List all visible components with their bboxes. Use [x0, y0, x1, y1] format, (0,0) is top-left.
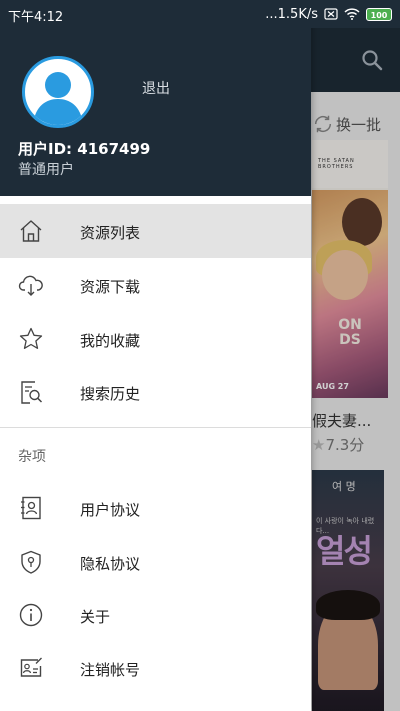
status-bar: 下午4:12 ...1.5K/s 100 — [0, 0, 400, 28]
user-agreement-icon — [21, 496, 41, 520]
menu-divider — [0, 427, 311, 428]
battery-icon: 100 — [366, 7, 392, 21]
menu-item-label: 隐私协议 — [80, 555, 141, 573]
menu-item-privacy[interactable]: 隐私协议 — [0, 535, 311, 589]
menu-item-label: 资源下载 — [80, 278, 141, 296]
menu-item-label: 关于 — [80, 608, 111, 626]
cloud-download-icon — [18, 275, 43, 296]
avatar[interactable] — [22, 56, 94, 128]
user-role: 普通用户 — [18, 162, 74, 178]
star-icon — [19, 327, 43, 349]
info-icon — [19, 603, 43, 627]
network-speed: ...1.5K/s — [265, 6, 318, 22]
status-indicators: ...1.5K/s 100 — [265, 5, 392, 23]
user-avatar-icon — [33, 72, 83, 125]
menu-item-label: 用户协议 — [80, 501, 141, 519]
menu-item-about[interactable]: 关于 — [0, 588, 311, 642]
menu-item-label: 注销帐号 — [80, 661, 141, 679]
misc-section-label: 杂项 — [18, 449, 46, 465]
menu-item-favorites[interactable]: 我的收藏 — [0, 312, 311, 366]
logout-button[interactable]: 退出 — [142, 78, 170, 98]
menu-item-resource-list[interactable]: 资源列表 — [0, 204, 311, 258]
home-icon — [20, 220, 42, 242]
sim-absent-icon — [324, 8, 338, 20]
navigation-drawer: 退出 用户ID: 4167499 普通用户 资源列表 资源下载 我的收藏 搜索历… — [0, 0, 311, 711]
wifi-icon — [344, 8, 360, 20]
menu-item-delete-account[interactable]: 注销帐号 — [0, 641, 311, 695]
menu-item-label: 资源列表 — [80, 224, 141, 242]
privacy-shield-icon — [21, 550, 41, 574]
menu-item-search-history[interactable]: 搜索历史 — [0, 365, 311, 419]
menu-item-user-agreement[interactable]: 用户协议 — [0, 481, 311, 535]
menu-item-resource-download[interactable]: 资源下载 — [0, 258, 311, 312]
menu-item-label: 搜索历史 — [80, 385, 141, 403]
search-history-icon — [21, 381, 43, 404]
status-time: 下午4:12 — [8, 10, 64, 25]
drawer-header: 退出 用户ID: 4167499 普通用户 — [0, 0, 311, 196]
account-card-icon — [20, 657, 42, 677]
user-id: 用户ID: 4167499 — [18, 140, 151, 158]
menu-item-label: 我的收藏 — [80, 332, 141, 350]
